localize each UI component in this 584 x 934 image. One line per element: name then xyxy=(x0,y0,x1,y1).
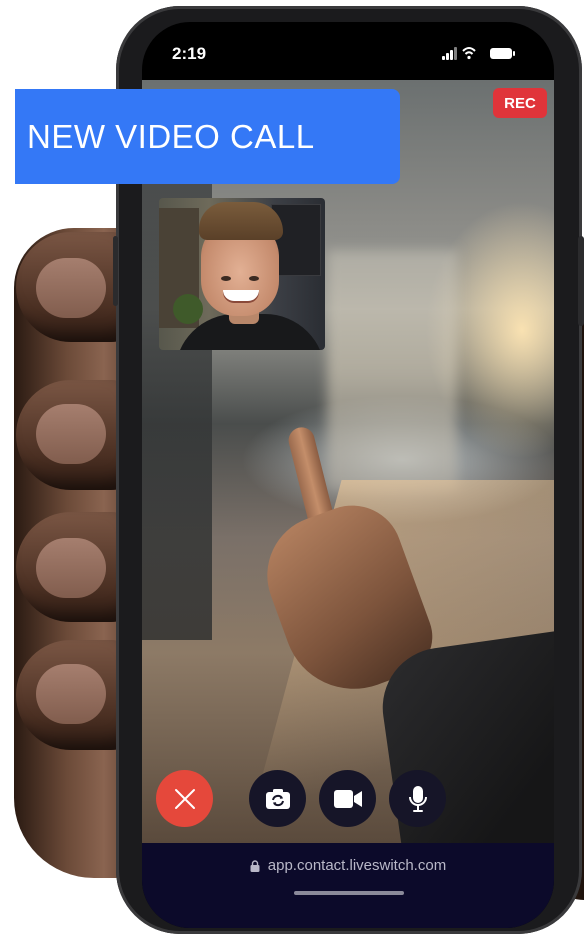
lock-icon xyxy=(250,859,260,872)
status-time: 2:19 xyxy=(172,44,207,63)
signal-icon xyxy=(442,56,445,60)
video-camera-icon xyxy=(333,789,362,808)
recording-badge: REC xyxy=(493,88,547,118)
background-window xyxy=(327,250,457,490)
home-indicator[interactable] xyxy=(294,891,404,895)
battery-icon xyxy=(490,48,515,59)
banner-title: NEW VIDEO CALL xyxy=(27,117,315,155)
browser-url-bar: app.contact.liveswitch.com xyxy=(142,843,554,928)
power-button xyxy=(578,236,584,326)
preview-eye xyxy=(221,276,231,281)
close-icon xyxy=(174,788,195,809)
end-call-button[interactable] xyxy=(156,770,213,827)
microphone-toggle-button[interactable] xyxy=(389,770,446,827)
remote-video-feed xyxy=(142,80,554,844)
preview-hair xyxy=(199,202,283,240)
volume-button xyxy=(113,236,118,306)
signal-bar xyxy=(454,47,457,60)
preview-smile xyxy=(223,290,259,301)
signal-bar xyxy=(446,53,449,60)
self-video-preview[interactable] xyxy=(159,198,325,350)
video-toggle-button[interactable] xyxy=(319,770,376,827)
signal-bar xyxy=(450,50,453,60)
camera-switch-icon xyxy=(265,788,290,809)
url-row[interactable]: app.contact.liveswitch.com xyxy=(142,857,554,874)
url-text: app.contact.liveswitch.com xyxy=(267,857,447,874)
wifi-icon xyxy=(462,47,476,60)
new-video-call-banner: NEW VIDEO CALL xyxy=(15,89,400,184)
preview-eye xyxy=(249,276,259,281)
microphone-icon xyxy=(408,785,427,812)
switch-camera-button[interactable] xyxy=(249,770,306,827)
preview-plant xyxy=(173,294,203,324)
